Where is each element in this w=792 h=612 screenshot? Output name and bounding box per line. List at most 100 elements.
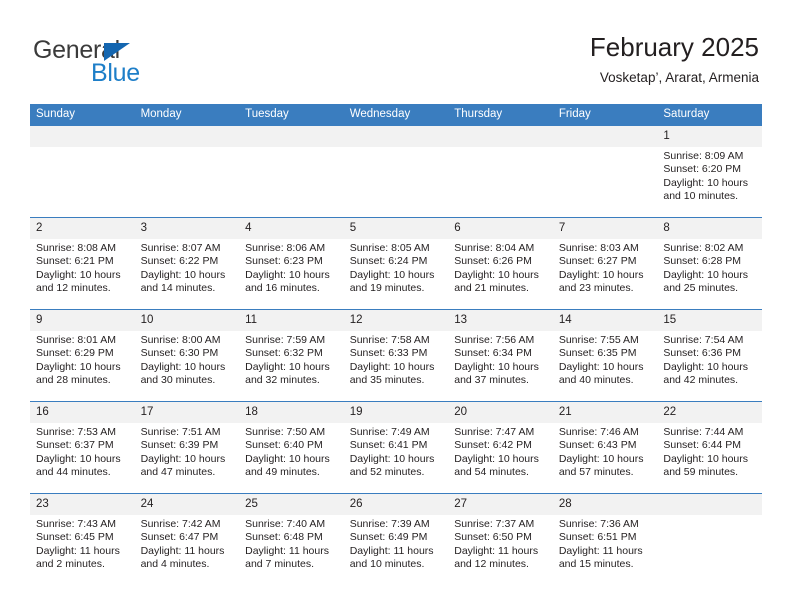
logo-text-blue: Blue (91, 59, 140, 87)
page-header: General Blue February 2025 Vosketap’, Ar… (0, 0, 792, 100)
calendar-page: General Blue February 2025 Vosketap’, Ar… (0, 0, 792, 612)
sunrise-text: Sunrise: 7:47 AM (454, 426, 535, 438)
daylight-text: Daylight: 10 hours and 12 minutes. (36, 268, 121, 295)
calendar-week-row: 9 Sunrise: 8:01 AM Sunset: 6:29 PM Daylight… (30, 309, 762, 402)
day-number: 25 (239, 494, 344, 515)
calendar-day-cell[interactable]: 25 Sunrise: 7:40 AM Sunset: 6:48 PM Dayligh… (239, 493, 344, 585)
calendar-day-cell[interactable]: 26 Sunrise: 7:39 AM Sunset: 6:49 PM Dayligh… (343, 493, 449, 585)
sunset-text: Sunset: 6:23 PM (245, 255, 323, 268)
calendar-day-cell[interactable]: 4 Sunrise: 8:06 AM Sunset: 6:23 PM Daylight… (239, 217, 344, 310)
calendar-day-cell[interactable]: 3 Sunrise: 8:07 AM Sunset: 6:22 PM Daylight… (134, 217, 240, 310)
day-number: 9 (30, 310, 135, 331)
day-number: 3 (134, 218, 240, 239)
calendar-day-cell[interactable]: 22 Sunrise: 7:44 AM Sunset: 6:44 PM Dayligh… (657, 401, 762, 494)
daylight-text: Daylight: 10 hours and 35 minutes. (349, 360, 435, 387)
day-info: Sunrise: 8:00 AM Sunset: 6:30 PM Daylight:… (135, 331, 240, 388)
daylight-text: Daylight: 11 hours and 4 minutes. (140, 544, 225, 571)
daylight-text: Daylight: 10 hours and 52 minutes. (349, 452, 435, 479)
sunrise-text: Sunrise: 8:00 AM (140, 334, 221, 346)
calendar-day-cell-empty (134, 126, 240, 218)
calendar-day-cell[interactable]: 10 Sunrise: 8:00 AM Sunset: 6:30 PM Dayligh… (134, 309, 240, 402)
sunset-text: Sunset: 6:45 PM (36, 531, 114, 544)
sunrise-text: Sunrise: 7:54 AM (663, 334, 744, 346)
day-info: Sunrise: 8:03 AM Sunset: 6:27 PM Daylight:… (553, 239, 658, 296)
calendar-day-cell[interactable]: 24 Sunrise: 7:42 AM Sunset: 6:47 PM Dayligh… (134, 493, 240, 585)
daylight-text: Daylight: 10 hours and 10 minutes. (663, 176, 749, 203)
sunrise-text: Sunrise: 7:43 AM (36, 518, 116, 530)
day-number: 18 (239, 402, 344, 423)
calendar-day-cell[interactable]: 1 Sunrise: 8:09 AM Sunset: 6:20 PM Daylight… (657, 126, 762, 218)
day-number: 14 (552, 310, 658, 331)
sunset-text: Sunset: 6:51 PM (558, 531, 637, 544)
sunset-text: Sunset: 6:20 PM (663, 163, 742, 176)
day-info: Sunrise: 7:56 AM Sunset: 6:34 PM Daylight:… (448, 331, 553, 388)
sunrise-text: Sunrise: 7:36 AM (558, 518, 639, 530)
calendar-day-cell[interactable]: 13 Sunrise: 7:56 AM Sunset: 6:34 PM Dayligh… (448, 309, 553, 402)
day-number-placeholder (239, 126, 344, 147)
sunset-text: Sunset: 6:49 PM (349, 531, 428, 544)
calendar-day-cell[interactable]: 23 Sunrise: 7:43 AM Sunset: 6:45 PM Dayligh… (30, 493, 135, 585)
day-number: 7 (552, 218, 658, 239)
day-number-placeholder (343, 126, 449, 147)
day-info: Sunrise: 8:05 AM Sunset: 6:24 PM Daylight:… (344, 239, 449, 296)
calendar-day-cell[interactable]: 2 Sunrise: 8:08 AM Sunset: 6:21 PM Daylight… (30, 217, 135, 310)
sunset-text: Sunset: 6:29 PM (36, 347, 114, 360)
sunset-text: Sunset: 6:32 PM (245, 347, 323, 360)
sunrise-text: Sunrise: 7:58 AM (349, 334, 430, 346)
calendar-day-cell[interactable]: 27 Sunrise: 7:37 AM Sunset: 6:50 PM Dayligh… (448, 493, 553, 585)
calendar-day-cell[interactable]: 19 Sunrise: 7:49 AM Sunset: 6:41 PM Dayligh… (343, 401, 449, 494)
sunrise-text: Sunrise: 7:46 AM (558, 426, 639, 438)
day-info: Sunrise: 7:43 AM Sunset: 6:45 PM Daylight:… (30, 515, 135, 572)
day-number: 4 (239, 218, 344, 239)
day-number: 26 (343, 494, 449, 515)
day-info: Sunrise: 7:44 AM Sunset: 6:44 PM Daylight:… (657, 423, 762, 480)
calendar-day-cell[interactable]: 17 Sunrise: 7:51 AM Sunset: 6:39 PM Dayligh… (134, 401, 240, 494)
calendar-day-cell[interactable]: 12 Sunrise: 7:58 AM Sunset: 6:33 PM Dayligh… (343, 309, 449, 402)
sunrise-text: Sunrise: 7:50 AM (245, 426, 326, 438)
day-info: Sunrise: 8:07 AM Sunset: 6:22 PM Daylight:… (135, 239, 240, 296)
daylight-text: Daylight: 10 hours and 19 minutes. (349, 268, 435, 295)
sunrise-text: Sunrise: 7:56 AM (454, 334, 535, 346)
day-info: Sunrise: 7:53 AM Sunset: 6:37 PM Daylight:… (30, 423, 135, 480)
calendar-day-cell[interactable]: 18 Sunrise: 7:50 AM Sunset: 6:40 PM Dayligh… (239, 401, 344, 494)
sunset-text: Sunset: 6:37 PM (36, 439, 114, 452)
day-number-placeholder (448, 126, 553, 147)
day-info: Sunrise: 8:09 AM Sunset: 6:20 PM Daylight:… (657, 147, 762, 204)
calendar-day-cell[interactable]: 6 Sunrise: 8:04 AM Sunset: 6:26 PM Daylight… (448, 217, 553, 310)
sunrise-text: Sunrise: 7:44 AM (663, 426, 744, 438)
sunset-text: Sunset: 6:34 PM (454, 347, 532, 360)
calendar-day-cell[interactable]: 28 Sunrise: 7:36 AM Sunset: 6:51 PM Dayligh… (552, 493, 658, 585)
calendar-day-cell[interactable]: 15 Sunrise: 7:54 AM Sunset: 6:36 PM Dayligh… (657, 309, 762, 402)
sunset-text: Sunset: 6:50 PM (454, 531, 532, 544)
daylight-text: Daylight: 10 hours and 21 minutes. (454, 268, 539, 295)
calendar-day-cell[interactable]: 9 Sunrise: 8:01 AM Sunset: 6:29 PM Daylight… (30, 309, 135, 402)
day-info: Sunrise: 8:06 AM Sunset: 6:23 PM Daylight:… (239, 239, 344, 296)
sunrise-text: Sunrise: 7:49 AM (349, 426, 430, 438)
calendar-day-cell[interactable]: 7 Sunrise: 8:03 AM Sunset: 6:27 PM Daylight… (552, 217, 658, 310)
calendar-day-cell[interactable]: 14 Sunrise: 7:55 AM Sunset: 6:35 PM Dayligh… (552, 309, 658, 402)
sunrise-text: Sunrise: 8:03 AM (558, 242, 639, 254)
calendar-day-cell[interactable]: 20 Sunrise: 7:47 AM Sunset: 6:42 PM Dayligh… (448, 401, 553, 494)
calendar-day-cell[interactable]: 5 Sunrise: 8:05 AM Sunset: 6:24 PM Daylight… (343, 217, 449, 310)
day-info: Sunrise: 7:36 AM Sunset: 6:51 PM Daylight:… (553, 515, 658, 572)
day-number-placeholder (134, 126, 240, 147)
sunrise-text: Sunrise: 7:39 AM (349, 518, 430, 530)
daylight-text: Daylight: 10 hours and 16 minutes. (245, 268, 330, 295)
day-number: 11 (239, 310, 344, 331)
day-number-placeholder (30, 126, 135, 147)
daylight-text: Daylight: 10 hours and 37 minutes. (454, 360, 539, 387)
calendar-header-row: Sunday Monday Tuesday Wednesday Thursday Frid… (30, 104, 762, 126)
daylight-text: Daylight: 11 hours and 15 minutes. (558, 544, 643, 571)
day-info: Sunrise: 8:08 AM Sunset: 6:21 PM Daylight:… (30, 239, 135, 296)
daylight-text: Daylight: 10 hours and 59 minutes. (663, 452, 749, 479)
day-number: 2 (30, 218, 135, 239)
day-number: 27 (448, 494, 553, 515)
calendar-day-cell[interactable]: 21 Sunrise: 7:46 AM Sunset: 6:43 PM Dayligh… (552, 401, 658, 494)
calendar-day-cell[interactable]: 16 Sunrise: 7:53 AM Sunset: 6:37 PM Dayligh… (30, 401, 135, 494)
weekday-header-tuesday: Tuesday (239, 104, 344, 126)
calendar-day-cell[interactable]: 11 Sunrise: 7:59 AM Sunset: 6:32 PM Dayligh… (239, 309, 344, 402)
sunrise-text: Sunrise: 7:59 AM (245, 334, 326, 346)
calendar-day-cell[interactable]: 8 Sunrise: 8:02 AM Sunset: 6:28 PM Daylight… (657, 217, 762, 310)
day-number: 16 (30, 402, 135, 423)
day-info: Sunrise: 7:42 AM Sunset: 6:47 PM Daylight:… (135, 515, 240, 572)
